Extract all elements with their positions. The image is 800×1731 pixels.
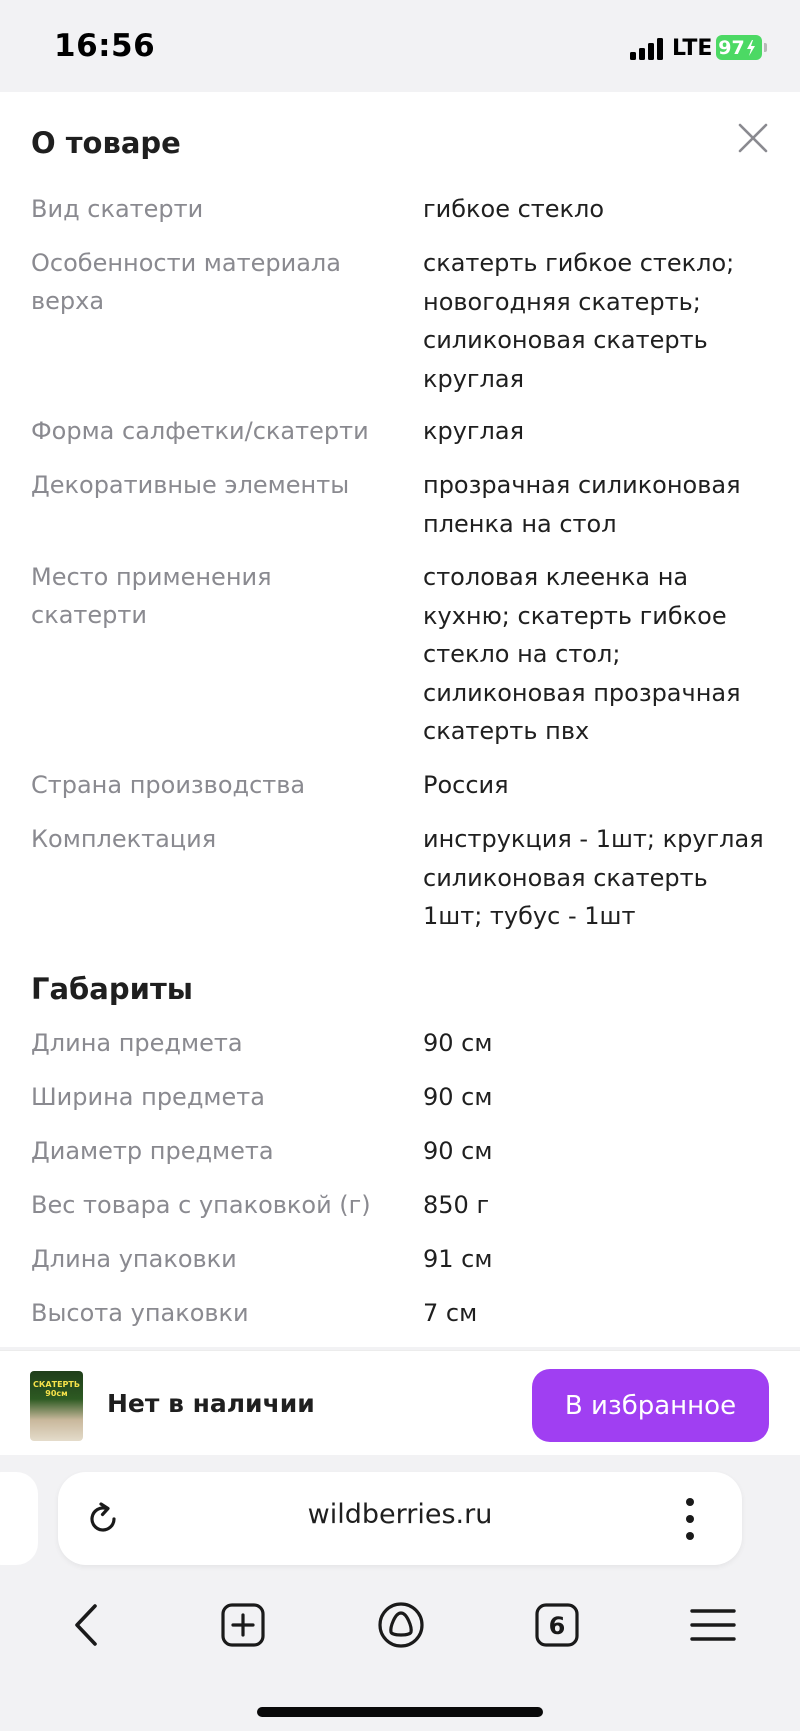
product-info-sheet: О товаре Вид скатерти гибкое стекло Особ… xyxy=(0,92,800,1347)
back-button[interactable] xyxy=(56,1595,116,1655)
home-indicator xyxy=(257,1707,543,1717)
alice-icon xyxy=(378,1602,424,1648)
dimension-label: Длина упаковки xyxy=(31,1245,237,1273)
previous-tab-card[interactable] xyxy=(0,1472,38,1565)
dimension-value: 91 см xyxy=(423,1245,493,1273)
hamburger-icon xyxy=(690,1609,736,1641)
plus-square-icon xyxy=(221,1603,265,1647)
spec-value: Россия xyxy=(423,771,509,799)
dimension-value: 850 г xyxy=(423,1191,490,1219)
dimension-label: Диаметр предмета xyxy=(31,1137,274,1165)
stock-status: Нет в наличии xyxy=(107,1389,315,1418)
spec-value: прозрачная силиконовая пленка на стол xyxy=(423,471,741,538)
status-time: 16:56 xyxy=(54,28,156,64)
spec-label: Место применения скатерти xyxy=(31,563,272,629)
dimension-label: Вес товара с упаковкой (г) xyxy=(31,1191,371,1219)
dimension-value: 7 см xyxy=(423,1299,478,1327)
sheet-title: О товаре xyxy=(31,126,181,160)
address-bar[interactable]: wildberries.ru xyxy=(58,1472,742,1565)
alice-assistant-button[interactable] xyxy=(371,1595,431,1655)
tabs-button[interactable]: 6 xyxy=(527,1595,587,1655)
dimension-value: 90 см xyxy=(423,1083,493,1111)
browser-toolbar: wildberries.ru 6 xyxy=(0,1455,800,1731)
battery-tip xyxy=(764,43,767,52)
thumbnail-text: СКАТЕРТЬ 90см xyxy=(33,1380,80,1398)
chevron-left-icon xyxy=(75,1604,97,1646)
spec-value: круглая xyxy=(423,417,525,445)
spec-value: гибкое стекло xyxy=(423,195,605,223)
spec-label: Форма салфетки/скатерти xyxy=(31,417,369,445)
spec-value: столовая клеенка на кухню; скатерть гибк… xyxy=(423,563,741,745)
dimension-label: Ширина предмета xyxy=(31,1083,265,1111)
browser-nav-row: 6 xyxy=(0,1595,800,1655)
battery-icon: 97 xyxy=(716,35,762,60)
dimension-value: 90 см xyxy=(423,1137,493,1165)
spec-label: Декоративные элементы xyxy=(31,471,350,499)
spec-label: Особенности материала верха xyxy=(31,249,341,315)
spec-label: Страна производства xyxy=(31,771,306,799)
dimension-label: Высота упаковки xyxy=(31,1299,249,1327)
more-vertical-icon[interactable] xyxy=(684,1498,696,1540)
dimension-value: 90 см xyxy=(423,1029,493,1057)
url-text[interactable]: wildberries.ru xyxy=(58,1499,742,1530)
product-thumbnail[interactable]: СКАТЕРТЬ 90см xyxy=(30,1371,83,1441)
add-to-favorites-button[interactable]: В избранное xyxy=(532,1369,769,1442)
new-tab-button[interactable] xyxy=(213,1595,273,1655)
spec-label: Вид скатерти xyxy=(31,195,204,223)
signal-icon xyxy=(630,36,666,60)
status-bar: 16:56 LTE 97 xyxy=(0,0,800,92)
spec-value: скатерть гибкое стекло; новогодняя скате… xyxy=(423,249,735,393)
dimensions-title: Габариты xyxy=(31,972,193,1006)
battery-level: 97 xyxy=(718,36,745,59)
dimension-label: Длина предмета xyxy=(31,1029,243,1057)
network-label: LTE xyxy=(672,36,713,61)
spec-value: инструкция - 1шт; круглая силиконовая ск… xyxy=(423,825,764,930)
close-icon[interactable] xyxy=(737,122,769,154)
tabs-icon: 6 xyxy=(535,1603,579,1647)
spec-label: Комплектация xyxy=(31,825,217,853)
product-action-bar: СКАТЕРТЬ 90см Нет в наличии В избранное xyxy=(0,1350,800,1455)
menu-button[interactable] xyxy=(683,1595,743,1655)
tab-count: 6 xyxy=(549,1612,566,1640)
